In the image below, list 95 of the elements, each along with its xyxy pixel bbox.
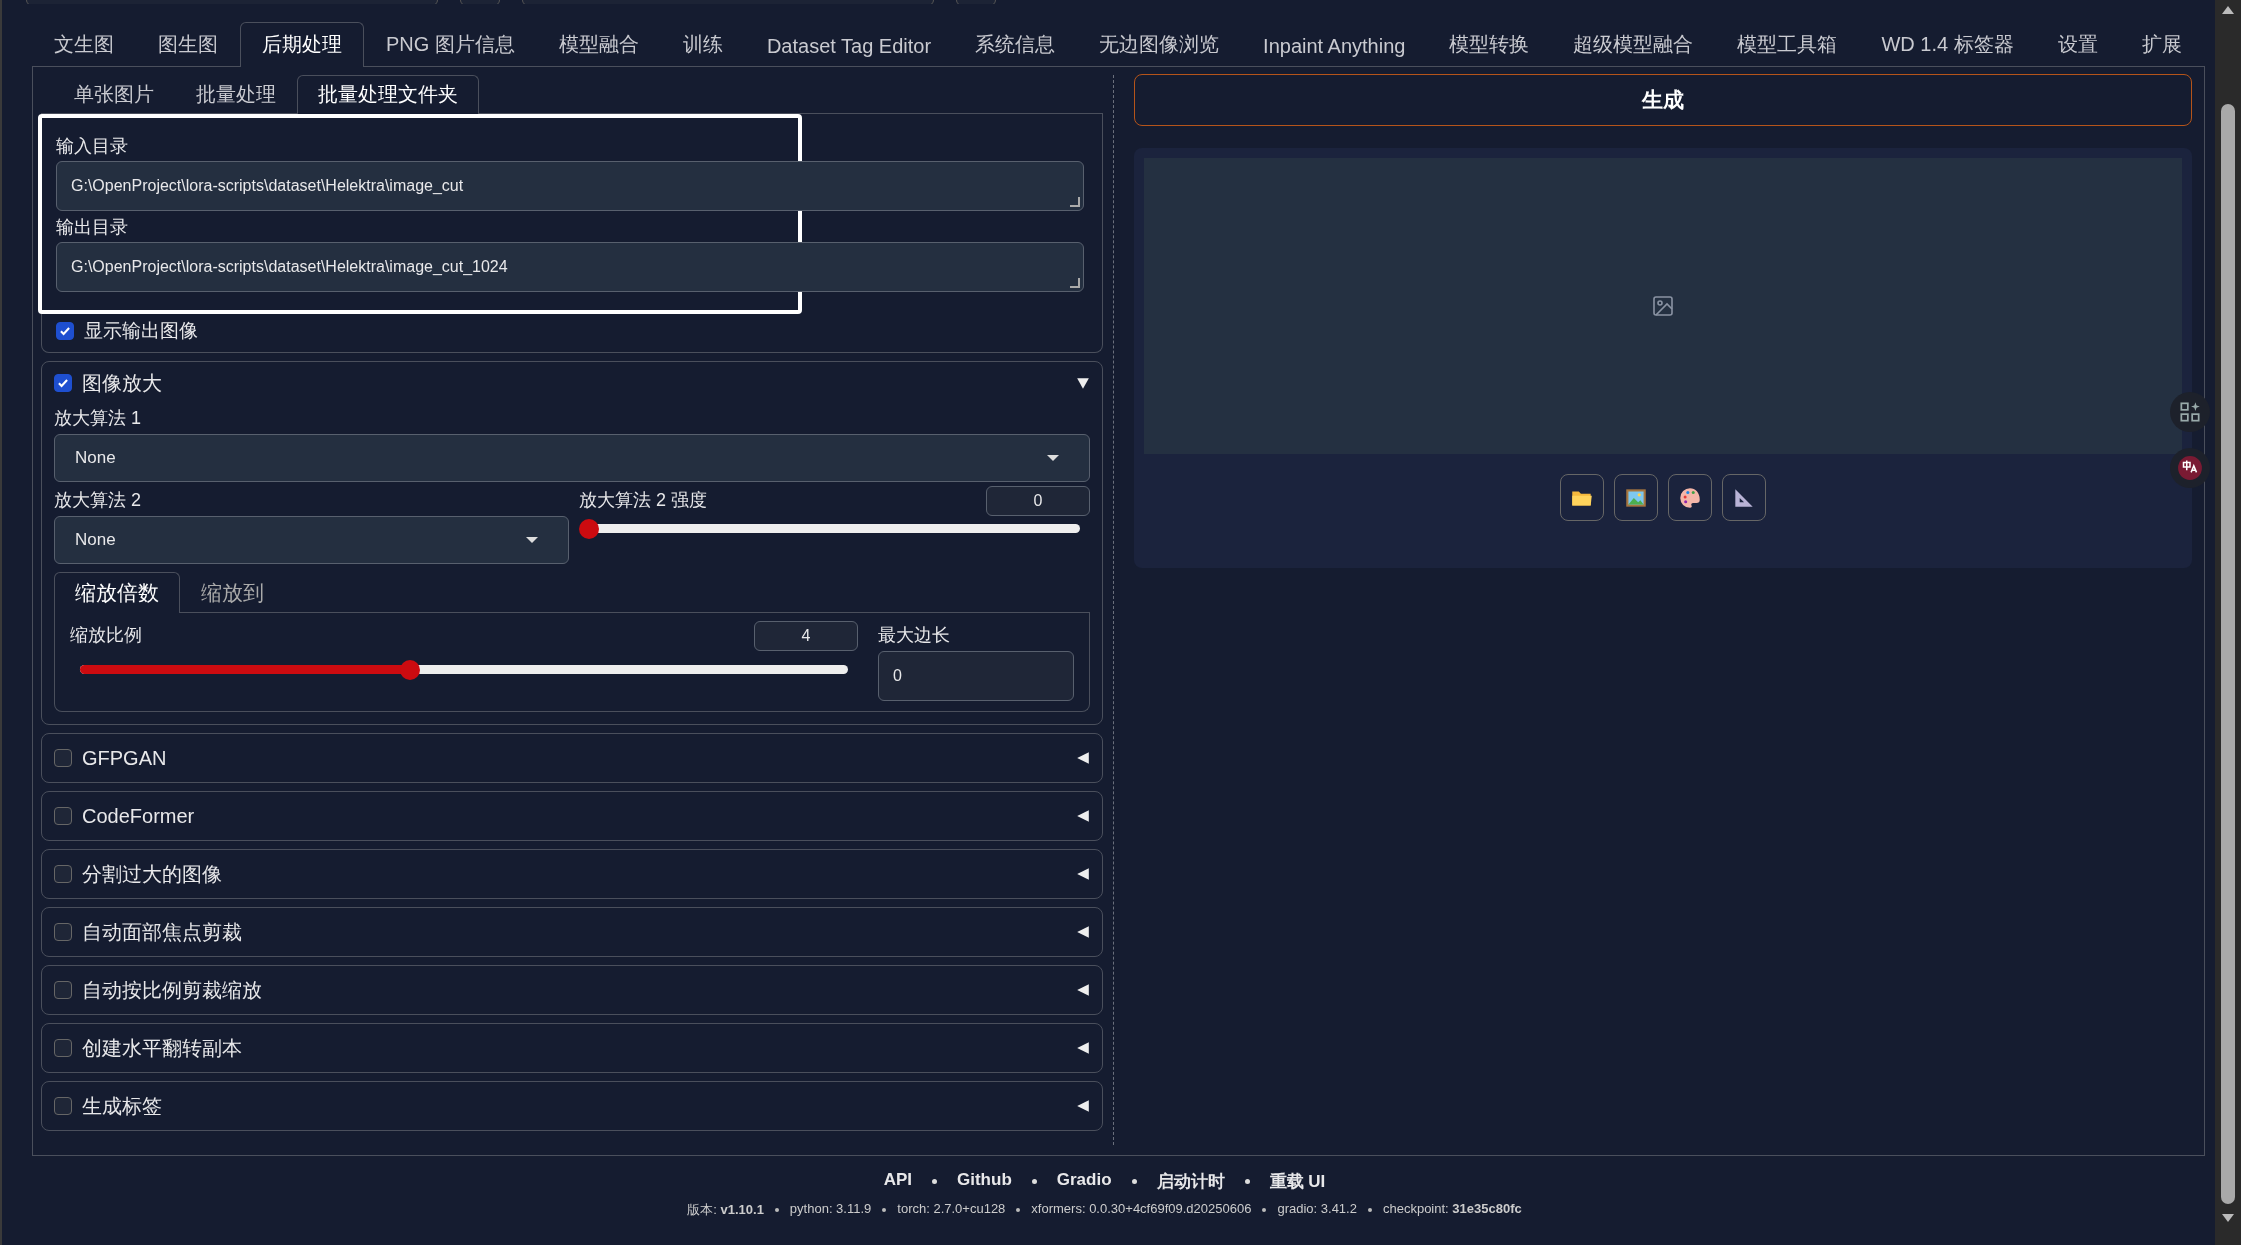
tab[interactable]: 缩放倍数 [54,572,180,613]
scroll-up-arrow[interactable] [2222,6,2234,14]
separator-dot [1031,1179,1037,1184]
checkbox-label: 显示输出图像 [84,319,198,343]
separator-dot [774,1208,779,1212]
section-title: 分割过大的图像 [82,861,223,887]
checkbox[interactable] [54,374,72,392]
tab[interactable]: 后期处理 [240,22,364,67]
dropdown[interactable]: None [54,516,569,564]
caret-icon [526,537,538,543]
caret-icon [1047,455,1059,461]
open-folder-button[interactable] [1560,474,1604,521]
slider-thumb[interactable] [579,518,599,539]
tab[interactable]: 系统信息 [953,22,1078,67]
tab[interactable]: 单张图片 [53,75,175,114]
tab[interactable]: 批量处理文件夹 [297,75,479,114]
slider-label: 放大算法 2 强度 [579,489,707,512]
tab[interactable]: 设置 [2035,22,2120,67]
image-icon [1651,294,1675,318]
text-field[interactable]: G:\OpenProject\lora-scripts\dataset\Helektra\image_cut [56,161,1084,211]
footer-link[interactable]: 启动计时 [1156,1170,1225,1193]
separator-dot [1367,1208,1372,1212]
version-text: gradio: 3.41.2 [1277,1201,1357,1218]
dropdown[interactable]: None [54,434,1090,482]
expand-arrow-icon[interactable] [1076,1099,1090,1113]
separator-dot [1244,1179,1250,1184]
tab[interactable]: 训练 [660,22,745,67]
separator-dot [1131,1179,1137,1184]
footer-link[interactable]: API [883,1170,912,1193]
scroll-down-arrow[interactable] [2222,1214,2234,1222]
version-text: 版本: v1.10.1 [687,1201,764,1219]
section-title: 生成标签 [82,1093,163,1119]
tab[interactable]: 扩展 [2119,22,2204,67]
field-label: 输入目录 [56,135,129,158]
collapse-arrow-icon[interactable] [1076,376,1090,390]
section-title: CodeFormer [82,804,196,828]
tab[interactable]: 模型融合 [536,22,661,67]
text-field[interactable]: G:\OpenProject\lora-scripts\dataset\Helektra\image_cut_1024 [56,242,1084,292]
send-to-extras-button[interactable] [1722,474,1766,521]
send-to-img2img-button[interactable] [1614,474,1658,521]
expand-arrow-icon[interactable] [1076,867,1090,881]
tab[interactable]: WD 1.4 标签器 [1859,22,2036,67]
version-text: torch: 2.7.0+cu128 [897,1201,1006,1218]
version-text: checkpoint: 31e35c80fc [1382,1201,1522,1218]
tab[interactable]: PNG 图片信息 [364,22,537,67]
send-to-inpaint-button[interactable] [1668,474,1712,521]
tab[interactable]: Dataset Tag Editor [744,26,954,67]
tab[interactable]: Inpaint Anything [1241,26,1428,67]
tab[interactable]: 超级模型融合 [1551,22,1716,67]
section-title: 图像放大 [82,370,163,396]
checkbox[interactable] [54,923,72,941]
field-label: 最大边长 [878,624,951,647]
tab[interactable]: 模型转换 [1427,22,1552,67]
separator-dot [882,1208,887,1212]
slider-thumb[interactable] [400,659,421,680]
expand-arrow-icon[interactable] [1076,751,1090,765]
tab[interactable]: 模型工具箱 [1715,22,1860,67]
expand-arrow-icon[interactable] [1076,983,1090,997]
slider-label: 缩放比例 [70,624,142,647]
tab[interactable]: 无边图像浏览 [1077,22,1242,67]
version-text: python: 3.11.9 [789,1201,872,1218]
section-title: GFPGAN [82,746,168,770]
expand-arrow-icon[interactable] [1076,925,1090,939]
checkbox[interactable] [54,807,72,825]
section-title: 自动按比例剪裁缩放 [82,977,263,1003]
generate-button[interactable]: 生成 [1134,74,2192,126]
separator-dot [932,1179,937,1184]
separator-dot [1016,1208,1021,1212]
version-text: xformers: 0.0.30+4cf69f09.d20250606 [1031,1201,1252,1218]
field-label: 放大算法 2 [54,489,142,512]
field-label: 放大算法 1 [54,407,142,430]
number-field[interactable]: 0 [878,651,1074,701]
checkbox[interactable] [56,322,74,340]
field-label: 输出目录 [56,216,129,239]
checkbox[interactable] [54,1097,72,1115]
checkbox[interactable] [54,1039,72,1057]
number-field[interactable]: 4 [754,621,858,651]
footer-link[interactable]: 重载 UI [1269,1170,1326,1193]
section-title: 自动面部焦点剪裁 [82,919,243,945]
scrollbar[interactable] [2215,0,2241,1245]
expand-arrow-icon[interactable] [1076,1041,1090,1055]
footer-link[interactable]: Gradio [1056,1170,1112,1193]
tab[interactable]: 文生图 [32,22,136,67]
separator-dot [1262,1208,1267,1212]
number-field[interactable]: 0 [986,486,1090,516]
footer-link[interactable]: Github [957,1170,1012,1193]
section-title: 创建水平翻转副本 [82,1035,243,1061]
expand-arrow-icon[interactable] [1076,809,1090,823]
tab[interactable]: 缩放到 [180,572,285,613]
scrollbar-thumb[interactable] [2221,104,2235,1204]
tab[interactable]: 批量处理 [175,75,297,114]
tab[interactable]: 图生图 [136,22,240,67]
checkbox[interactable] [54,865,72,883]
checkbox[interactable] [54,749,72,767]
checkbox[interactable] [54,981,72,999]
